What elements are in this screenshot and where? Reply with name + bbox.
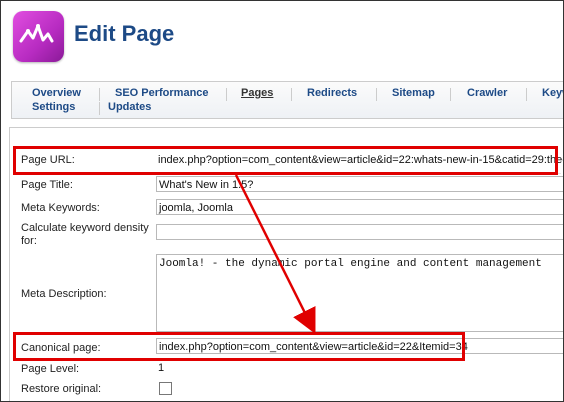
callout-arrow [234, 174, 316, 334]
app-frame: Edit Page Overview SEO Performance Pages… [0, 0, 564, 402]
